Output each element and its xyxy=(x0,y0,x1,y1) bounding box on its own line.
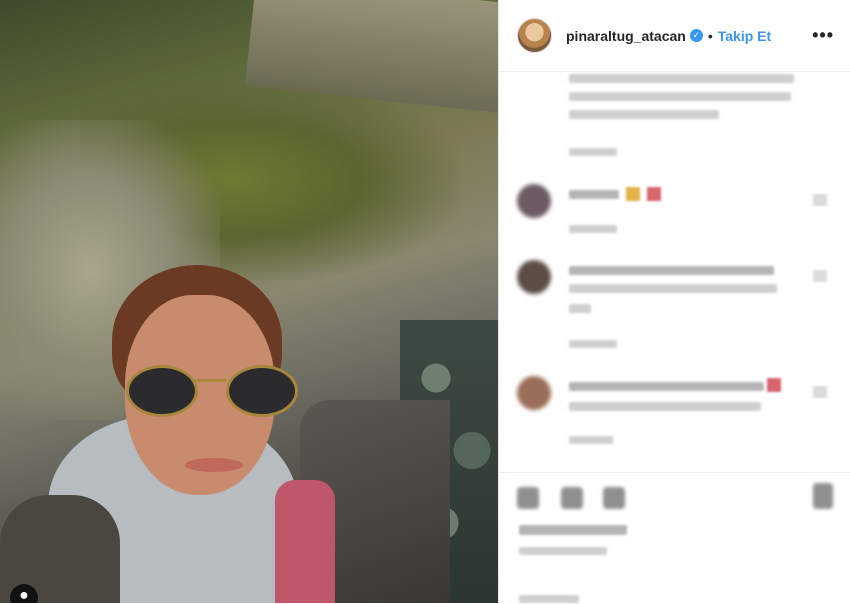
username-link[interactable]: pinaraltug_atacan xyxy=(566,28,686,44)
blurred-text xyxy=(569,110,719,119)
blurred-text xyxy=(569,284,777,293)
emoji-icon xyxy=(626,187,640,201)
blurred-meta xyxy=(569,340,617,348)
post-date xyxy=(519,547,607,555)
follow-button[interactable]: Takip Et xyxy=(718,28,771,44)
post-photo[interactable]: ● xyxy=(0,0,498,603)
post-side-panel: pinaraltug_atacan ✓ • Takip Et ••• xyxy=(498,0,850,603)
bookmark-icon[interactable] xyxy=(813,483,833,509)
like-comment-icon[interactable] xyxy=(813,194,827,206)
like-icon[interactable] xyxy=(517,487,539,509)
blurred-text xyxy=(569,266,774,275)
commenter-avatar[interactable] xyxy=(517,260,551,294)
like-comment-icon[interactable] xyxy=(813,386,827,398)
glasses-bridge xyxy=(195,379,227,382)
comment-icon[interactable] xyxy=(561,487,583,509)
left-lens xyxy=(126,365,198,417)
photo-person xyxy=(0,265,335,603)
likes-count[interactable] xyxy=(519,525,627,535)
avatar[interactable] xyxy=(517,18,552,53)
separator-dot: • xyxy=(707,27,713,44)
blurred-text xyxy=(569,74,794,83)
add-comment-input[interactable] xyxy=(519,595,579,603)
blurred-text xyxy=(569,190,619,199)
person-lips xyxy=(185,458,243,472)
commenter-avatar[interactable] xyxy=(517,376,551,410)
blurred-text xyxy=(569,304,591,313)
emoji-icon xyxy=(647,187,661,201)
blurred-text xyxy=(569,92,791,101)
verified-badge-icon: ✓ xyxy=(689,29,703,42)
blurred-text xyxy=(569,382,764,391)
blurred-meta xyxy=(569,148,617,156)
post-header: pinaraltug_atacan ✓ • Takip Et ••• xyxy=(499,0,850,72)
comments-list xyxy=(499,72,850,472)
commenter-avatar[interactable] xyxy=(517,184,551,218)
like-comment-icon[interactable] xyxy=(813,270,827,282)
post-actions xyxy=(499,472,850,604)
share-icon[interactable] xyxy=(603,487,625,509)
blurred-meta xyxy=(569,436,613,444)
right-lens xyxy=(226,365,298,417)
sunglasses xyxy=(126,365,298,417)
more-options-icon[interactable]: ••• xyxy=(812,25,834,46)
blurred-meta xyxy=(569,225,617,233)
emoji-icon xyxy=(767,378,781,392)
blurred-text xyxy=(569,402,761,411)
person-jacket-pink xyxy=(275,480,335,603)
